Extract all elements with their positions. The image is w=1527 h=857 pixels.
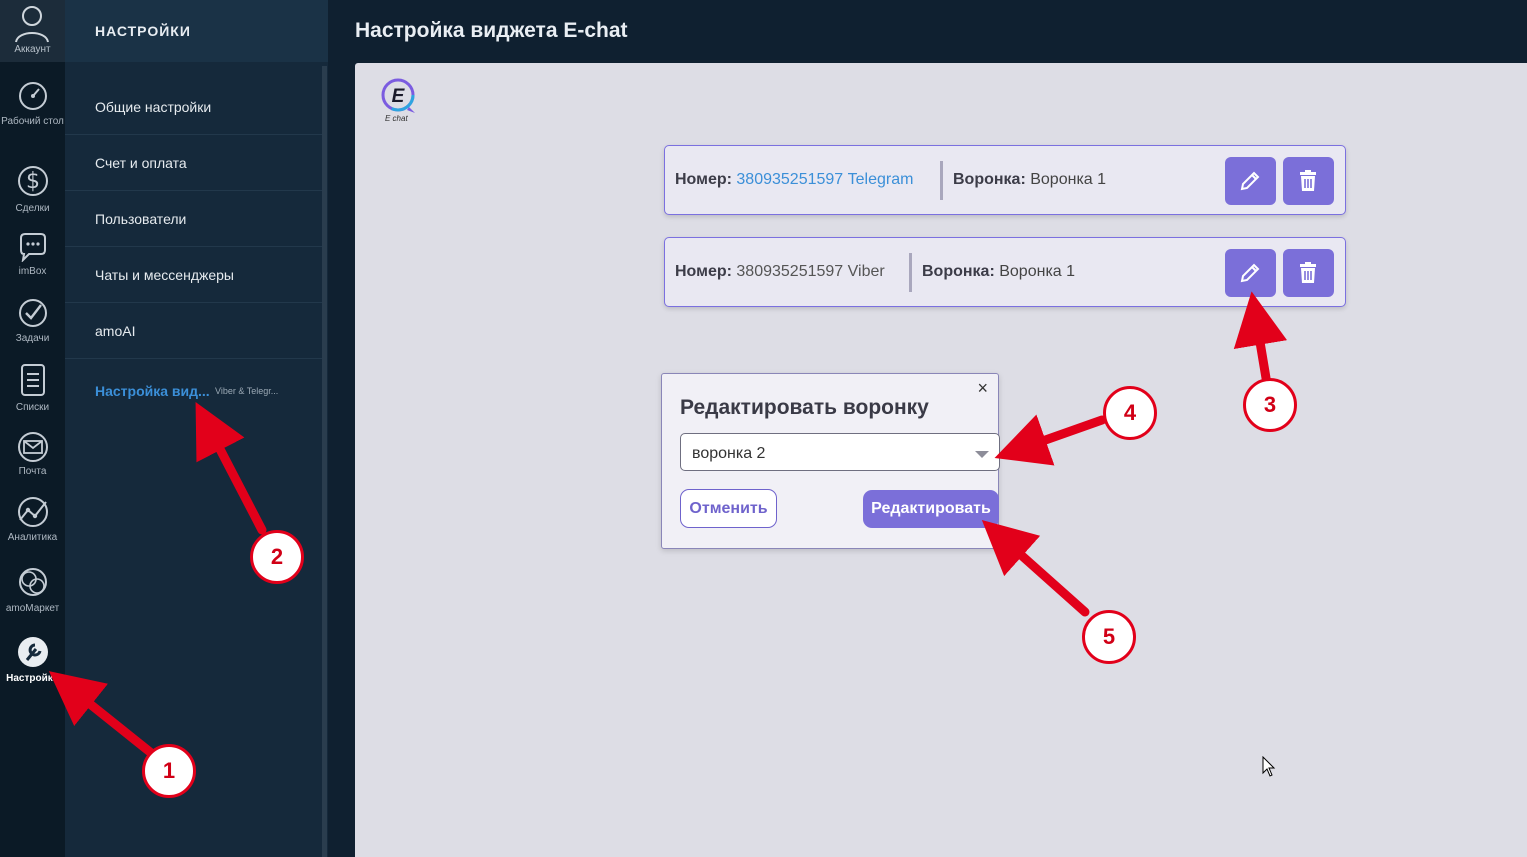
main-header: Настройка виджета E-chat	[328, 0, 1527, 62]
pencil-icon	[1240, 171, 1260, 191]
edit-button[interactable]	[1225, 157, 1276, 205]
channel-funnel-value: Воронка 1	[999, 263, 1076, 280]
menu-label: amoAI	[95, 323, 136, 339]
channel-row: Номер: 380935251597 Viber Воронка: Ворон…	[664, 237, 1346, 307]
rail-label-tasks: Задачи	[15, 333, 50, 344]
menu-item-chats[interactable]: Чаты и мессенджеры	[65, 247, 322, 303]
edit-button[interactable]	[1225, 249, 1276, 297]
wrench-icon	[17, 637, 48, 667]
menu-sublabel: Viber & Telegr...	[215, 386, 279, 396]
menu-label: Пользователи	[95, 211, 187, 227]
logo-text: E chat	[385, 114, 408, 123]
chat-icon	[19, 233, 46, 262]
logo-letter: E	[392, 86, 406, 107]
check-icon	[18, 299, 47, 327]
settings-header: НАСТРОЙКИ	[65, 0, 328, 62]
annotation-marker-1: 1	[142, 744, 196, 798]
annotation-marker-4: 4	[1103, 386, 1157, 440]
settings-scrollbar[interactable]	[322, 66, 327, 857]
rail-item-dashboard[interactable]: Рабочий стол	[0, 80, 65, 127]
funnel-select-value: воронка 2	[692, 445, 766, 462]
analytics-icon	[17, 497, 48, 527]
rail-label-analytics: Аналитика	[7, 532, 58, 543]
rail-item-mail[interactable]: Почта	[0, 432, 65, 477]
rail-label-settings: Настройки	[6, 673, 59, 684]
widget-panel: E E chat Номер: 380935251597 Telegram Во…	[355, 63, 1527, 857]
settings-title: НАСТРОЙКИ	[95, 23, 191, 39]
channel-funnel: Воронка: Воронка 1	[922, 263, 1076, 280]
rail-item-deals[interactable]: $ Сделки	[0, 163, 65, 214]
menu-label: Чаты и мессенджеры	[95, 267, 234, 283]
channel-number-value: 380935251597 Telegram	[736, 171, 914, 188]
channel-number: Номер: 380935251597 Viber	[675, 263, 885, 280]
save-button[interactable]: Редактировать	[863, 490, 999, 528]
rail-label-lists: Списки	[15, 402, 50, 413]
rail-label-mail: Почта	[18, 466, 47, 477]
user-avatar-icon	[15, 6, 49, 43]
annotation-marker-3: 3	[1243, 378, 1297, 432]
menu-label: Настройка вид...	[95, 383, 210, 399]
account-label: Аккаунт	[14, 44, 51, 55]
menu-item-billing[interactable]: Счет и оплата	[65, 135, 322, 191]
rail-item-lists[interactable]: Списки	[0, 362, 65, 413]
delete-button[interactable]	[1283, 249, 1334, 297]
dashboard-icon	[18, 82, 47, 110]
rail-item-settings[interactable]: Настройки	[0, 635, 65, 684]
channel-row: Номер: 380935251597 Telegram Воронка: Во…	[664, 145, 1346, 215]
rail-item-market[interactable]: amoМаркет	[0, 565, 65, 614]
cancel-button[interactable]: Отменить	[680, 489, 777, 528]
list-icon	[20, 364, 45, 396]
row-separator	[940, 161, 943, 200]
row-separator	[909, 253, 912, 292]
rail-label-deals: Сделки	[15, 203, 50, 214]
account-button[interactable]: Аккаунт	[0, 0, 65, 62]
pencil-icon	[1240, 263, 1260, 283]
market-icon	[18, 568, 47, 596]
menu-label: Счет и оплата	[95, 155, 187, 171]
chevron-down-icon	[975, 451, 989, 458]
annotation-marker-5: 5	[1082, 610, 1136, 664]
menu-item-general[interactable]: Общие настройки	[65, 79, 322, 135]
channel-funnel: Воронка: Воронка 1	[953, 171, 1107, 188]
annotation-marker-2: 2	[250, 530, 304, 584]
menu-item-amoai[interactable]: amoAI	[65, 303, 322, 359]
close-icon[interactable]: ×	[977, 378, 988, 399]
rail-label-imbox: imBox	[18, 266, 47, 277]
channel-number-value: 380935251597 Viber	[736, 263, 885, 280]
modal-title: Редактировать воронку	[680, 396, 929, 419]
menu-item-widget-settings[interactable]: Настройка вид... Viber & Telegr...	[65, 363, 322, 418]
rail-label-market: amoМаркет	[5, 603, 60, 614]
trash-icon	[1300, 170, 1316, 191]
rail-item-imbox[interactable]: imBox	[0, 232, 65, 277]
dollar-icon: $	[17, 166, 48, 196]
menu-item-users[interactable]: Пользователи	[65, 191, 322, 247]
mouse-cursor-icon	[1262, 756, 1276, 777]
channel-funnel-value: Воронка 1	[1030, 171, 1107, 188]
edit-funnel-modal: × Редактировать воронку воронка 2 Отмени…	[661, 373, 1000, 549]
channel-number: Номер: 380935251597 Telegram	[675, 171, 914, 188]
funnel-select[interactable]: воронка 2	[680, 433, 1000, 471]
rail-item-tasks[interactable]: Задачи	[0, 297, 65, 344]
icon-rail: Аккаунт Рабочий стол $ Сделки imBox Зада…	[0, 0, 65, 857]
svg-text:$: $	[26, 169, 40, 194]
menu-label: Общие настройки	[95, 99, 212, 115]
rail-label-dashboard: Рабочий стол	[1, 116, 64, 127]
rail-item-analytics[interactable]: Аналитика	[0, 496, 65, 543]
settings-sidebar: НАСТРОЙКИ Общие настройки Счет и оплата …	[65, 0, 328, 857]
page-title: Настройка виджета E-chat	[355, 19, 628, 42]
delete-button[interactable]	[1283, 157, 1334, 205]
mail-icon	[17, 432, 48, 462]
trash-icon	[1300, 262, 1316, 283]
